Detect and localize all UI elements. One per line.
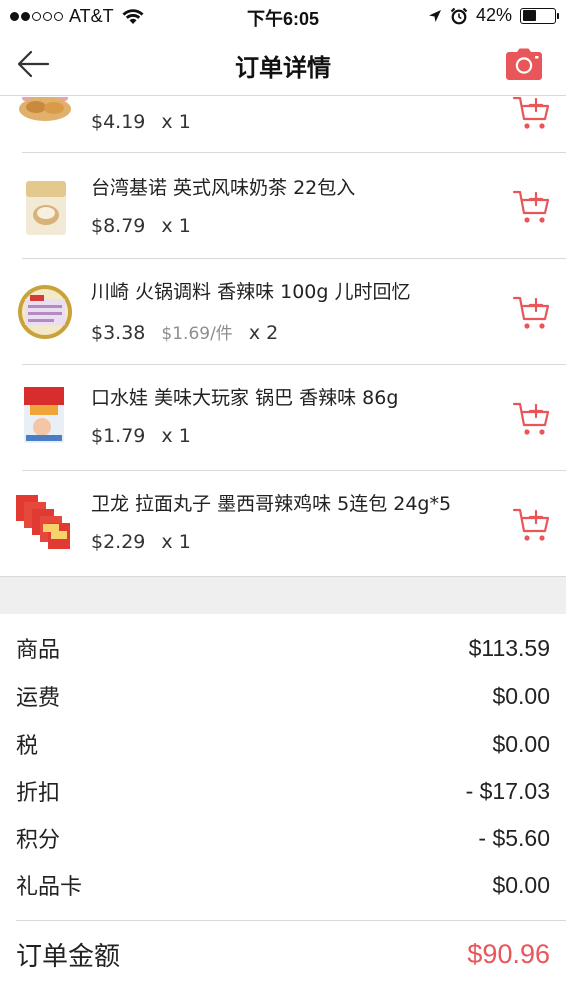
section-divider	[0, 576, 566, 614]
add-to-cart-icon[interactable]	[512, 189, 552, 225]
alarm-clock-icon	[450, 7, 468, 24]
summary-value: $0.00	[492, 730, 550, 757]
battery-percent: 42%	[475, 5, 512, 25]
item-name: 川崎 火锅调料 香辣味 100g 儿时回忆	[91, 281, 411, 303]
product-image-guoba	[24, 387, 64, 443]
item-quantity: x 2	[248, 322, 279, 344]
order-item[interactable]: 口水娃 美味大玩家 锅巴 香辣味 86g $1.79 x 1	[0, 365, 566, 471]
summary-label: 运费	[16, 686, 61, 711]
status-bar: AT&T 下午6:05 42%	[0, 0, 566, 34]
summary-value: $113.59	[468, 634, 550, 661]
summary-row-gift-card: 礼品卡 $0.00	[16, 865, 550, 905]
summary-label: 积分	[16, 828, 61, 853]
item-price: $8.79	[91, 215, 146, 237]
item-price-row: $3.38 $1.69/件 x 2	[91, 319, 278, 344]
summary-label: 商品	[16, 638, 61, 663]
summary-row-discount: 折扣 - $17.03	[16, 771, 550, 811]
product-image-pastry	[19, 97, 71, 121]
summary-value: $0.00	[492, 871, 550, 898]
item-quantity: x 1	[161, 215, 191, 237]
summary-label: 礼品卡	[16, 875, 83, 900]
product-image-noodle-balls	[16, 495, 70, 549]
add-to-cart-icon[interactable]	[512, 507, 552, 543]
item-price: $2.29	[91, 531, 146, 553]
summary-label: 折扣	[16, 781, 61, 806]
add-to-cart-icon[interactable]	[512, 401, 552, 437]
item-price-row: $8.79 x 1	[91, 215, 191, 237]
add-to-cart-icon[interactable]	[512, 97, 552, 131]
location-arrow-icon	[428, 9, 441, 22]
summary-row-tax: 税 $0.00	[16, 724, 550, 764]
item-quantity: x 1	[161, 531, 191, 553]
order-total-row: 订单金额 $90.96	[16, 936, 550, 973]
summary-row-points: 积分 - $5.60	[16, 818, 550, 858]
item-name: 卫龙 拉面丸子 墨西哥辣鸡味 5连包 24g*5	[91, 493, 452, 515]
order-item[interactable]: 川崎 火锅调料 香辣味 100g 儿时回忆 $3.38 $1.69/件 x 2	[0, 259, 566, 365]
battery-icon	[520, 7, 559, 24]
nav-bar: 订单详情	[0, 34, 566, 96]
camera-icon[interactable]	[506, 48, 542, 80]
item-price: $3.38	[91, 322, 146, 344]
summary-label: 税	[16, 734, 39, 759]
order-item[interactable]: 台湾基诺 英式风味奶茶 22包入 $8.79 x 1	[0, 153, 566, 259]
item-price-row: $2.29 x 1	[91, 531, 191, 553]
summary-row-subtotal: 商品 $113.59	[16, 628, 550, 668]
product-image-hotpot-seasoning	[18, 285, 72, 339]
item-price-row: $1.79 x 1	[91, 425, 191, 447]
item-name: 台湾基诺 英式风味奶茶 22包入	[91, 177, 356, 199]
order-total-value: $90.96	[467, 939, 550, 969]
summary-value: - $5.60	[478, 824, 550, 851]
order-item[interactable]: $4.19 x 1	[0, 97, 566, 153]
order-item[interactable]: 卫龙 拉面丸子 墨西哥辣鸡味 5连包 24g*5 $2.29 x 1	[0, 471, 566, 575]
battery-level	[522, 10, 536, 21]
page-title: 订单详情	[235, 54, 331, 82]
total-divider	[16, 920, 566, 921]
item-price: $4.19	[91, 111, 146, 133]
item-price-row: $4.19 x 1	[91, 111, 191, 133]
item-quantity: x 1	[161, 111, 191, 133]
product-image-milk-tea	[26, 181, 66, 235]
order-item-list: $4.19 x 1 台湾基诺 英式风味奶茶 22包入 $8.79 x 1 川崎 …	[0, 97, 566, 575]
order-total-label: 订单金额	[16, 942, 121, 972]
summary-row-shipping: 运费 $0.00	[16, 676, 550, 716]
item-unit-price: $1.69/件	[161, 324, 233, 344]
summary-value: - $17.03	[465, 777, 550, 804]
status-right: 42%	[428, 5, 559, 26]
item-quantity: x 1	[161, 425, 191, 447]
item-name: 口水娃 美味大玩家 锅巴 香辣味 86g	[91, 387, 399, 409]
add-to-cart-icon[interactable]	[512, 295, 552, 331]
summary-value: $0.00	[492, 682, 550, 709]
item-price: $1.79	[91, 425, 146, 447]
